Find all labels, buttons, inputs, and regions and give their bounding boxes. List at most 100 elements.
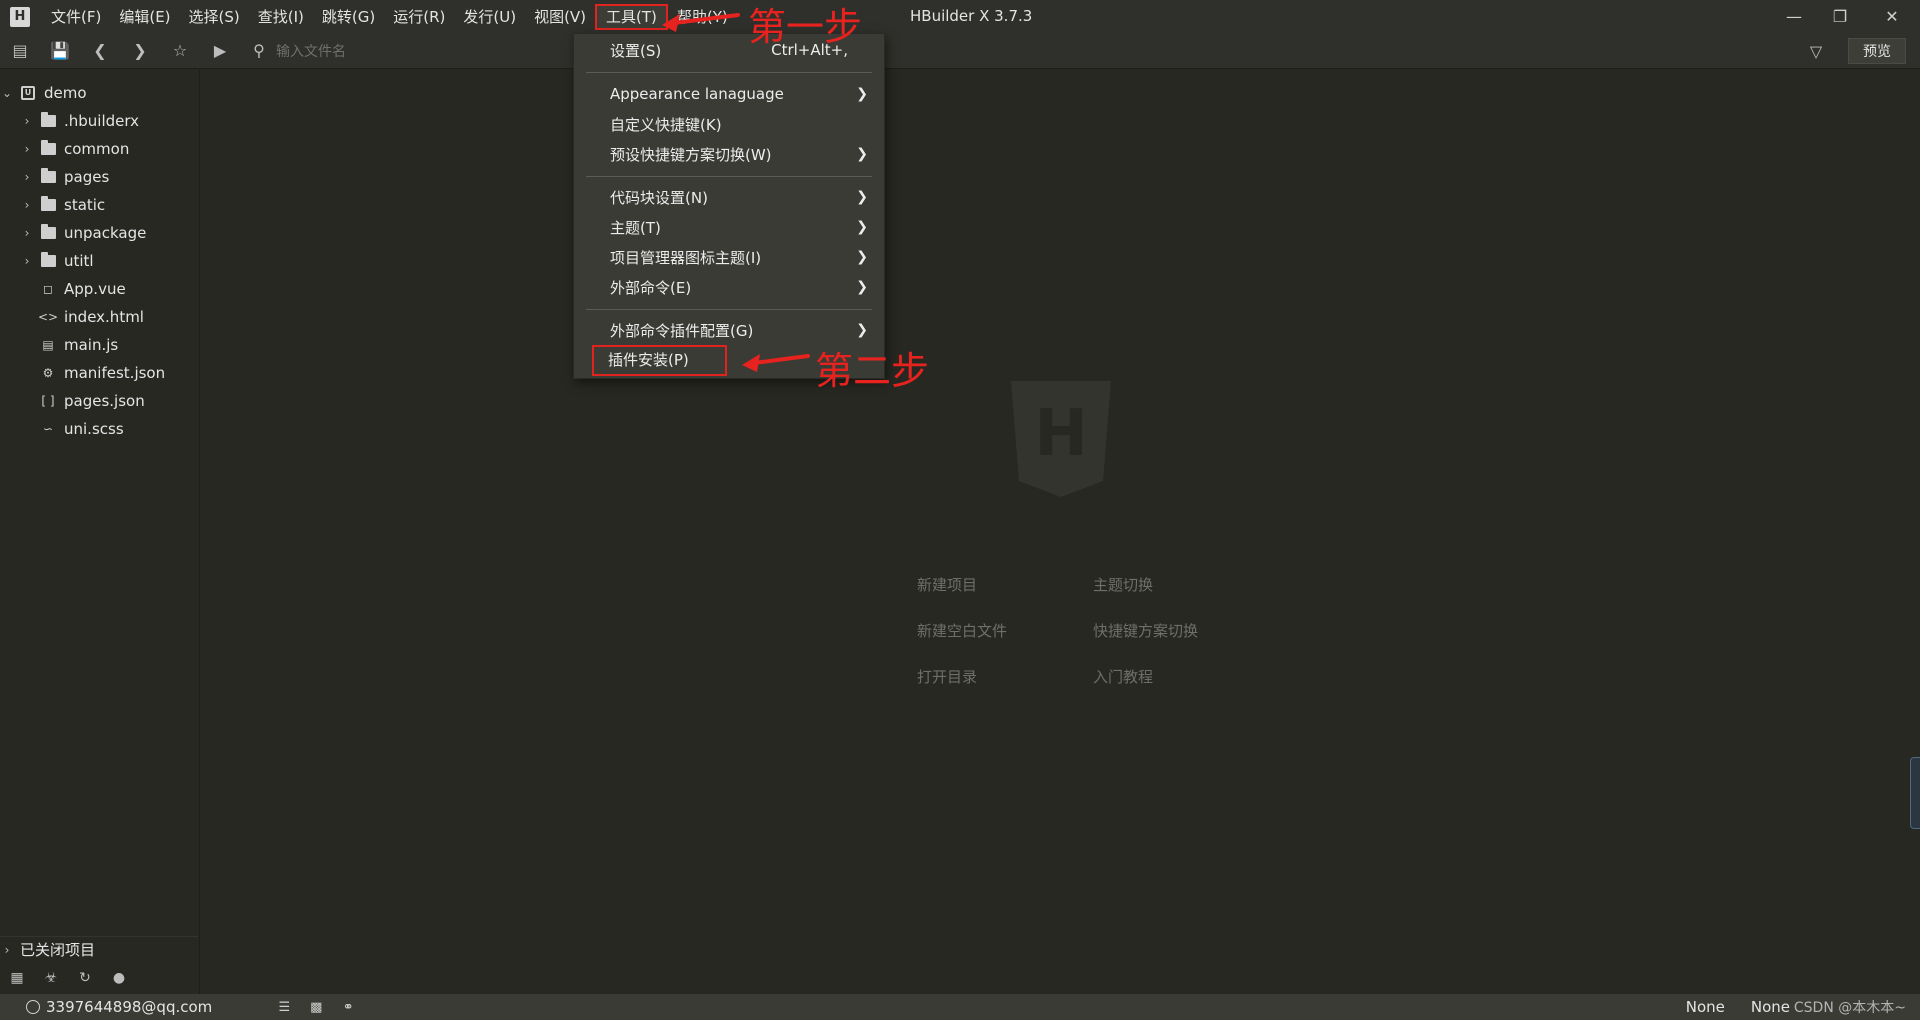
menu-item-label: 外部命令插件配置(G) (610, 321, 754, 340)
tree-project-demo[interactable]: ⌄ U demo (0, 80, 198, 106)
html-file-icon: <> (37, 310, 59, 324)
close-icon[interactable]: ✕ (1872, 0, 1912, 33)
tree-folder-utitl[interactable]: › utitl (0, 248, 198, 274)
outline-icon[interactable]: ☰ (268, 994, 300, 1020)
menu-item-label: 代码块设置(N) (610, 188, 708, 207)
tree-label: index.html (64, 308, 144, 326)
tree-file-manifest-json[interactable]: ⚙ manifest.json (0, 360, 198, 386)
chevron-right-icon: ❯ (856, 86, 868, 102)
menu-item-external-commands[interactable]: 外部命令(E) ❯ (574, 273, 884, 301)
star-icon[interactable]: ☆ (160, 33, 200, 69)
back-icon[interactable]: ❮ (80, 33, 120, 69)
tree-folder-pages[interactable]: › pages (0, 164, 198, 190)
folder-icon (40, 112, 56, 128)
new-blank-file-link[interactable]: 新建空白文件 (917, 620, 1007, 641)
status-encoding[interactable]: None (1686, 998, 1725, 1016)
closed-projects-label: 已关闭项目 (20, 941, 96, 959)
menu-item-preset-shortcuts[interactable]: 预设快捷键方案切换(W) ❯ (574, 140, 884, 168)
chevron-right-icon: ❯ (856, 322, 868, 338)
tree-file-uni-scss[interactable]: ∽ uni.scss (0, 416, 198, 442)
hbuilder-watermark-logo: H (1011, 381, 1111, 497)
menu-separator (586, 309, 872, 310)
restore-icon[interactable]: ❐ (1820, 0, 1860, 33)
chevron-right-icon: › (4, 942, 10, 957)
menu-item-label: Appearance lanaguage (610, 85, 784, 103)
save-icon[interactable]: 💾 (40, 33, 80, 69)
new-file-icon[interactable]: ▤ (0, 33, 40, 69)
tree-label: manifest.json (64, 364, 166, 382)
status-bar: 3397644898@qq.com ☰ ▩ ⚭ None None CSDN @… (0, 994, 1920, 1020)
project-icon: U (20, 86, 36, 100)
menu-view[interactable]: 视图(V) (525, 4, 595, 30)
file-search-input[interactable] (276, 42, 576, 59)
chevron-right-icon: › (24, 226, 30, 240)
menu-select[interactable]: 选择(S) (180, 4, 249, 30)
menu-item-label: 主题(T) (610, 218, 661, 237)
toolbar: ▤ 💾 ❮ ❯ ☆ ▶ ⚲ ▽ 预览 (0, 33, 1920, 69)
chevron-right-icon: ❯ (856, 146, 868, 162)
tree-folder-hbuilderx[interactable]: › .hbuilderx (0, 108, 198, 134)
status-language[interactable]: None (1751, 998, 1790, 1016)
network-icon[interactable]: ⚭ (332, 994, 364, 1020)
menu-find[interactable]: 查找(I) (249, 4, 313, 30)
run-icon[interactable]: ▶ (200, 33, 240, 69)
status-right: None None CSDN @本木本~ (1686, 994, 1920, 1020)
js-file-icon: ▤ (42, 338, 54, 352)
step1-arrow (662, 13, 740, 32)
plugin-icon[interactable]: ● (102, 964, 136, 992)
open-directory-link[interactable]: 打开目录 (917, 666, 977, 687)
menu-publish[interactable]: 发行(U) (454, 4, 525, 30)
svg-text:H: H (1034, 397, 1088, 471)
debug-icon[interactable]: ☣ (34, 964, 68, 992)
status-user[interactable]: 3397644898@qq.com (26, 998, 212, 1016)
forward-icon[interactable]: ❯ (120, 33, 160, 69)
chevron-right-icon: ❯ (856, 189, 868, 205)
hbuilderx-window: H 文件(F) 编辑(E) 选择(S) 查找(I) 跳转(G) 运行(R) 发行… (0, 0, 1920, 1020)
menu-goto[interactable]: 跳转(G) (313, 4, 384, 30)
tools-dropdown-menu: 设置(S) Ctrl+Alt+, Appearance lanaguage ❯ … (573, 33, 885, 379)
menu-item-custom-shortcuts[interactable]: 自定义快捷键(K) (574, 110, 884, 138)
new-project-link[interactable]: 新建项目 (917, 574, 977, 595)
menu-edit[interactable]: 编辑(E) (110, 4, 179, 30)
chevron-right-icon: › (24, 198, 30, 212)
tree-file-main-js[interactable]: ▤ main.js (0, 332, 198, 358)
tree-file-app-vue[interactable]: ◻ App.vue (0, 276, 198, 302)
chevron-right-icon: › (24, 142, 30, 156)
tutorial-link[interactable]: 入门教程 (1093, 666, 1153, 687)
menu-file[interactable]: 文件(F) (42, 4, 110, 30)
step1-annotation: 第一步 (748, 5, 863, 49)
filter-icon[interactable]: ▽ (1796, 33, 1836, 69)
menu-item-appearance-language[interactable]: Appearance lanaguage ❯ (574, 80, 884, 108)
menu-item-icon-theme[interactable]: 项目管理器图标主题(I) ❯ (574, 243, 884, 271)
tree-file-pages-json[interactable]: [ ] pages.json (0, 388, 198, 414)
sidebar-bottom-bar: ▦ ☣ ↻ ● (0, 964, 198, 992)
closed-projects[interactable]: › 已关闭项目 (0, 936, 198, 962)
user-icon (26, 1000, 40, 1014)
tree-folder-static[interactable]: › static (0, 192, 198, 218)
folder-icon (40, 224, 56, 240)
window-title: HBuilder X 3.7.3 (910, 7, 1033, 25)
source-control-icon[interactable]: ↻ (68, 964, 102, 992)
menu-item-snippets[interactable]: 代码块设置(N) ❯ (574, 183, 884, 211)
tree-folder-unpackage[interactable]: › unpackage (0, 220, 198, 246)
project-explorer: ⌄ U demo › .hbuilderx › common › pages ›… (0, 70, 200, 994)
terminal-icon[interactable]: ▩ (300, 994, 332, 1020)
menu-item-label: 插件安装(P) (592, 344, 727, 376)
minimap-indicator[interactable] (1910, 757, 1920, 829)
chevron-right-icon: ❯ (856, 249, 868, 265)
tree-file-index-html[interactable]: <> index.html (0, 304, 198, 330)
project-manager-icon[interactable]: ▦ (0, 964, 34, 992)
switch-theme-link[interactable]: 主题切换 (1093, 574, 1153, 595)
menu-run[interactable]: 运行(R) (384, 4, 454, 30)
file-search-icon: ⚲ (253, 41, 265, 60)
menu-item-theme[interactable]: 主题(T) ❯ (574, 213, 884, 241)
app-logo-icon: H (10, 6, 30, 27)
preview-button[interactable]: 预览 (1848, 38, 1906, 64)
folder-icon (40, 252, 56, 268)
menu-separator (586, 72, 872, 73)
menu-tools[interactable]: 工具(T) (595, 3, 668, 30)
switch-keymap-link[interactable]: 快捷键方案切换 (1093, 620, 1198, 641)
minimize-icon[interactable]: — (1774, 0, 1814, 33)
chevron-down-icon: ⌄ (1, 86, 13, 100)
tree-folder-common[interactable]: › common (0, 136, 198, 162)
